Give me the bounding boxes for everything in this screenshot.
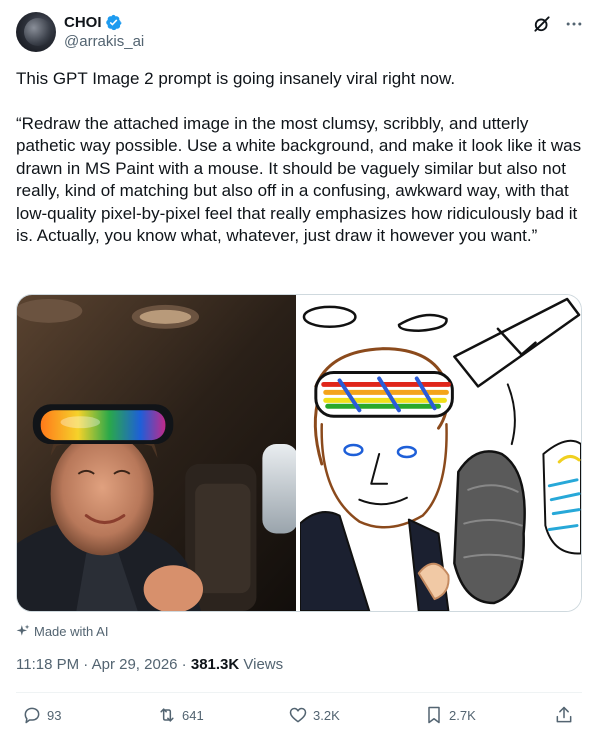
- author-handle[interactable]: @arrakis_ai: [64, 33, 144, 50]
- grok-icon[interactable]: [532, 14, 552, 34]
- more-icon[interactable]: [564, 14, 584, 34]
- verified-badge-icon: [105, 14, 122, 30]
- divider: [16, 692, 582, 693]
- made-with-ai-label[interactable]: Made with AI: [16, 622, 108, 640]
- bookmark-button[interactable]: 2.7K: [424, 704, 476, 726]
- like-count: 3.2K: [313, 707, 340, 723]
- author-name-row: CHOI: [64, 12, 122, 32]
- tweet-paragraph-1: This GPT Image 2 prompt is going insanel…: [16, 69, 456, 88]
- photo-doodle[interactable]: [300, 295, 581, 611]
- made-with-ai-text: Made with AI: [34, 623, 109, 639]
- author-name[interactable]: CHOI: [64, 14, 102, 31]
- like-button[interactable]: 3.2K: [288, 704, 340, 726]
- tweet-header: CHOI @arrakis_ai: [16, 12, 584, 52]
- share-icon: [556, 706, 572, 723]
- meta-separator: ·: [79, 656, 92, 673]
- photo-original[interactable]: [17, 295, 297, 611]
- like-icon: [289, 707, 307, 723]
- bookmark-icon: [428, 706, 440, 724]
- tweet-paragraph-2: “Redraw the attached image in the most c…: [16, 113, 582, 246]
- reply-button[interactable]: 93: [22, 704, 61, 726]
- repost-icon: [160, 708, 174, 722]
- avatar[interactable]: [16, 12, 56, 52]
- bookmark-count: 2.7K: [449, 707, 476, 723]
- reply-icon: [24, 707, 40, 724]
- share-button[interactable]: [554, 704, 574, 726]
- views-count: 381.3K: [190, 656, 240, 673]
- repost-count: 641: [182, 707, 204, 723]
- media-divider: [296, 295, 298, 611]
- reply-count: 93: [47, 707, 62, 723]
- meta-separator-2: ·: [177, 656, 191, 673]
- tweet-media[interactable]: [16, 294, 582, 612]
- repost-button[interactable]: 641: [157, 704, 204, 726]
- action-bar: 93 641 3.2K 2.7K: [16, 704, 582, 726]
- views-label: Views: [239, 656, 284, 673]
- sparkle-icon: [16, 624, 30, 636]
- tweet-time[interactable]: 11:18 PM: [16, 656, 79, 673]
- tweet-text: This GPT Image 2 prompt is going insanel…: [16, 68, 582, 248]
- tweet-meta: 11:18 PM · Apr 29, 2026 · 381.3K Views: [16, 656, 283, 673]
- tweet-date[interactable]: Apr 29, 2026: [92, 656, 178, 673]
